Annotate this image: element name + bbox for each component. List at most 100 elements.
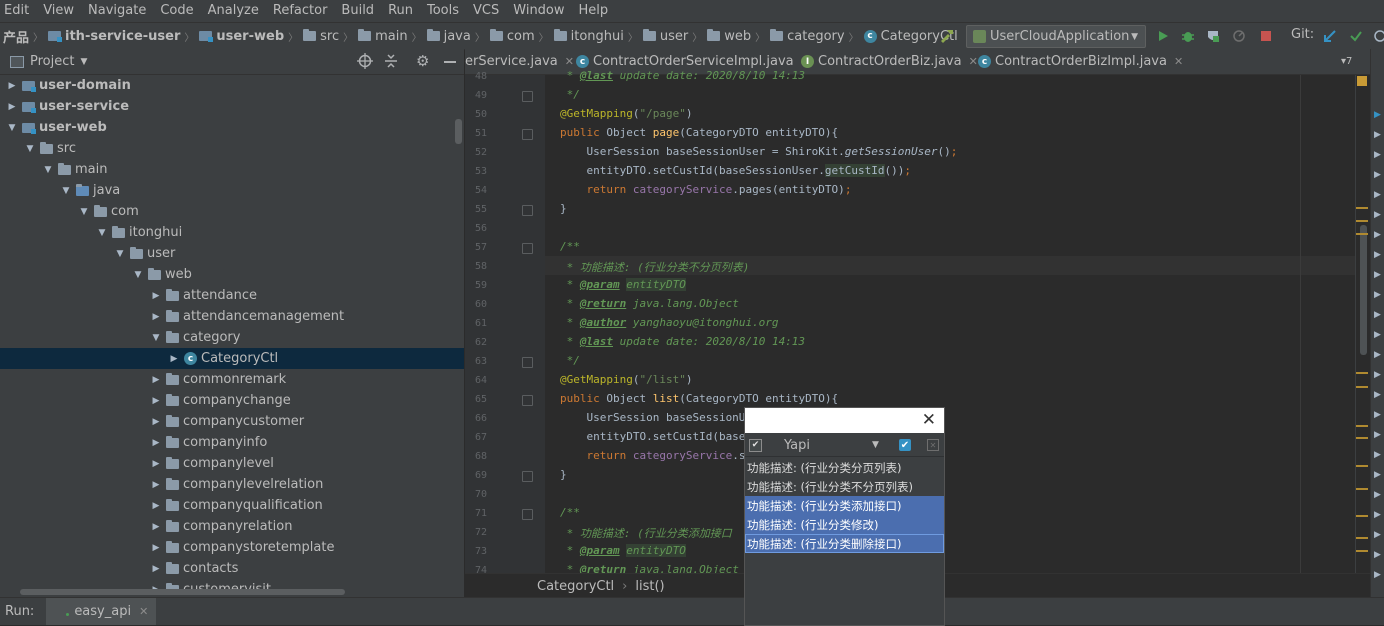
project-view-selector[interactable]: Project [30, 54, 74, 69]
chevron-down-icon[interactable]: ▼ [872, 440, 879, 450]
tree-node[interactable]: ▶ companylevel [0, 453, 464, 474]
tree-node[interactable]: ▶ companylevelrelation [0, 474, 464, 495]
breadcrumb-class[interactable]: CategoryCtl [537, 579, 614, 594]
chevron-down-icon[interactable]: ▼ [42, 165, 54, 175]
chevron-right-icon[interactable]: ▶ [150, 312, 162, 322]
git-history-icon[interactable] [1370, 26, 1384, 46]
chevron-right-icon[interactable]: ▶ [150, 522, 162, 532]
tree-node[interactable]: ▶ companystoretemplate [0, 537, 464, 558]
menu-refactor[interactable]: Refactor [266, 0, 335, 22]
warning-marker[interactable] [1356, 550, 1368, 552]
tree-vertical-scrollbar[interactable] [455, 119, 462, 144]
run-configuration-select[interactable]: UserCloudApplication ▼ [966, 25, 1146, 48]
api-list-item[interactable]: 功能描述: (行业分类分页列表) [745, 458, 944, 477]
cancel-icon[interactable]: ✕ [926, 439, 939, 451]
breadcrumb-item[interactable]: user-web [196, 29, 284, 44]
warning-marker[interactable] [1356, 233, 1368, 235]
breadcrumb-method[interactable]: list() [635, 579, 664, 594]
breadcrumb-item[interactable]: category [767, 29, 845, 44]
breadcrumb-item[interactable]: 产品 [0, 27, 29, 46]
api-list-item[interactable]: 功能描述: (行业分类添加接口) [745, 496, 944, 515]
menu-code[interactable]: Code [153, 0, 200, 22]
breadcrumb-item[interactable]: main [355, 29, 408, 44]
close-icon[interactable]: ✕ [139, 605, 148, 618]
tree-node[interactable]: ▼ src [0, 138, 464, 159]
tree-node[interactable]: ▶ companycustomer [0, 411, 464, 432]
chevron-right-icon[interactable]: ▶ [150, 480, 162, 490]
fold-marker-icon[interactable] [522, 471, 533, 482]
menu-help[interactable]: Help [572, 0, 616, 22]
menu-window[interactable]: Window [506, 0, 571, 22]
warning-marker[interactable] [1356, 437, 1368, 439]
tree-node[interactable]: ▶ user-domain [0, 75, 464, 96]
select-all-checkbox[interactable]: ✔ [749, 438, 762, 452]
locate-target-icon[interactable] [357, 53, 373, 73]
warning-marker[interactable] [1356, 425, 1368, 427]
tree-node[interactable]: ▼ itonghui [0, 222, 464, 243]
chevron-down-icon[interactable]: ▼ [78, 207, 90, 217]
stop-icon[interactable] [1256, 26, 1276, 46]
close-icon[interactable]: ✕ [565, 55, 574, 68]
warning-marker[interactable] [1356, 220, 1368, 222]
git-update-icon[interactable] [1320, 26, 1340, 46]
tree-node[interactable]: ▼ user [0, 243, 464, 264]
warning-marker[interactable] [1356, 207, 1368, 209]
chevron-down-icon[interactable]: ▼ [24, 144, 36, 154]
tree-node[interactable]: ▶ contacts [0, 558, 464, 579]
menu-build[interactable]: Build [334, 0, 381, 22]
api-list-item[interactable]: 功能描述: (行业分类删除接口) [745, 534, 944, 553]
menu-vcs[interactable]: VCS [466, 0, 506, 22]
tree-node[interactable]: ▼ java [0, 180, 464, 201]
menu-navigate[interactable]: Navigate [81, 0, 153, 22]
run-icon[interactable] [1153, 26, 1173, 46]
chevron-right-icon[interactable]: ▶ [150, 291, 162, 301]
fold-marker-icon[interactable] [522, 509, 533, 520]
menu-run[interactable]: Run [381, 0, 420, 22]
run-tab-easy-api[interactable]: easy_api ✕ [46, 598, 157, 625]
tree-node[interactable]: ▶ c CategoryCtl [0, 348, 464, 369]
warning-marker[interactable] [1356, 515, 1368, 517]
api-list-item[interactable]: 功能描述: (行业分类修改) [745, 515, 944, 534]
tab-overflow-button[interactable]: ▾7 [1341, 49, 1352, 74]
chevron-right-icon[interactable]: ▶ [150, 564, 162, 574]
tree-horizontal-scrollbar[interactable] [20, 589, 345, 595]
warning-marker[interactable] [1356, 386, 1368, 388]
warning-marker[interactable] [1356, 488, 1368, 490]
git-commit-icon[interactable] [1346, 26, 1366, 46]
inspection-status-icon[interactable] [1357, 76, 1367, 86]
chevron-right-icon[interactable]: ▶ [168, 354, 180, 364]
fold-marker-icon[interactable] [522, 129, 533, 140]
close-icon[interactable]: ✕ [1174, 55, 1183, 68]
close-icon[interactable]: ✕ [922, 410, 936, 430]
chevron-right-icon[interactable]: ▶ [150, 417, 162, 427]
warning-marker[interactable] [1356, 372, 1368, 374]
chevron-down-icon[interactable]: ▼ [80, 57, 87, 67]
tree-node[interactable]: ▶ commonremark [0, 369, 464, 390]
chevron-down-icon[interactable]: ▼ [114, 249, 126, 259]
tree-node[interactable]: ▶ user-service [0, 96, 464, 117]
breadcrumb-item[interactable]: web [704, 29, 751, 44]
breadcrumb-item[interactable]: user [640, 29, 688, 44]
menu-edit[interactable]: Edit [0, 0, 36, 22]
build-hammer-icon[interactable] [937, 26, 957, 46]
tree-node[interactable]: ▼ web [0, 264, 464, 285]
tab-contractorderbiz[interactable]: I ContractOrderBiz.java ✕ [801, 49, 978, 74]
profiler-icon[interactable] [1229, 26, 1249, 46]
breadcrumb-item[interactable]: java [424, 29, 471, 44]
tree-node[interactable]: ▶ companychange [0, 390, 464, 411]
chevron-right-icon[interactable]: ▶ [150, 543, 162, 553]
hide-panel-icon[interactable] [444, 61, 456, 63]
breadcrumb-item[interactable]: ith-service-user [45, 29, 180, 44]
tree-node[interactable]: ▼ category [0, 327, 464, 348]
tree-node[interactable]: ▶ attendancemanagement [0, 306, 464, 327]
coverage-icon[interactable] [1203, 26, 1223, 46]
tree-node[interactable]: ▼ com [0, 201, 464, 222]
export-channel-select[interactable]: Yapi [784, 438, 872, 453]
tree-node[interactable]: ▶ companyrelation [0, 516, 464, 537]
chevron-down-icon[interactable]: ▼ [132, 270, 144, 280]
fold-marker-icon[interactable] [522, 357, 533, 368]
breadcrumb-item[interactable]: com [487, 29, 535, 44]
breadcrumb-item[interactable]: src [300, 29, 339, 44]
confirm-check-icon[interactable]: ✔ [898, 439, 911, 451]
fold-marker-icon[interactable] [522, 243, 533, 254]
